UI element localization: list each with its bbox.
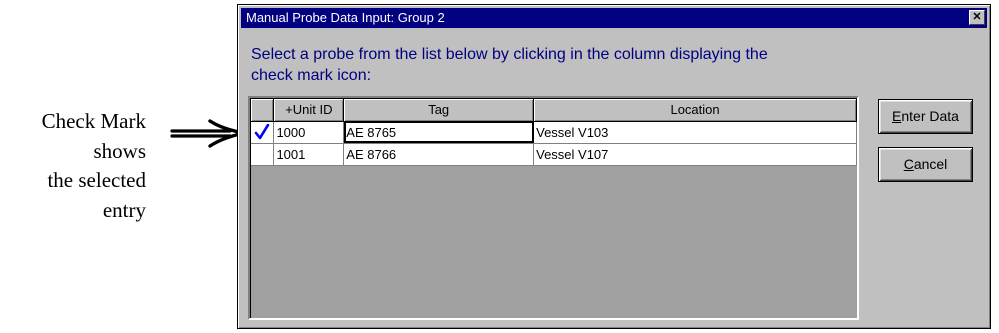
title-bar[interactable]: Manual Probe Data Input: Group 2 ✕ bbox=[241, 8, 987, 28]
table-row[interactable]: 1001 AE 8766 Vessel V107 bbox=[251, 143, 857, 166]
close-button[interactable]: ✕ bbox=[969, 10, 985, 25]
probe-table: +Unit ID Tag Location 1000 AE 8765 Vesse… bbox=[251, 99, 857, 166]
check-mark-caption: Check Mark shows the selected entry bbox=[0, 107, 146, 225]
unit-id-cell[interactable]: 1001 bbox=[273, 143, 345, 166]
cancel-label: ancel bbox=[913, 156, 948, 172]
column-header-location[interactable]: Location bbox=[533, 99, 857, 122]
instruction-text: Select a probe from the list below by cl… bbox=[251, 46, 768, 84]
enter-data-button[interactable]: Enter Data bbox=[878, 99, 973, 134]
tag-cell[interactable]: AE 8766 bbox=[343, 143, 535, 166]
caption-line: the selected bbox=[47, 168, 146, 192]
caption-line: Check Mark bbox=[41, 109, 146, 133]
unit-id-cell[interactable]: 1000 bbox=[273, 121, 345, 144]
column-header-unit-id[interactable]: +Unit ID bbox=[273, 99, 345, 122]
column-header-select[interactable] bbox=[251, 99, 275, 122]
cancel-button[interactable]: Cancel bbox=[878, 147, 973, 182]
dialog-title: Manual Probe Data Input: Group 2 bbox=[246, 10, 445, 25]
column-header-tag[interactable]: Tag bbox=[343, 99, 535, 122]
tag-cell[interactable]: AE 8765 bbox=[343, 121, 535, 144]
enter-data-mnemonic: E bbox=[892, 108, 902, 124]
manual-probe-dialog: Manual Probe Data Input: Group 2 ✕ Selec… bbox=[237, 4, 991, 329]
location-cell[interactable]: Vessel V107 bbox=[533, 143, 857, 166]
select-cell[interactable] bbox=[251, 143, 275, 166]
check-mark-icon bbox=[254, 124, 270, 140]
select-cell[interactable] bbox=[251, 121, 275, 144]
probe-grid[interactable]: +Unit ID Tag Location 1000 AE 8765 Vesse… bbox=[248, 96, 859, 320]
header-row: +Unit ID Tag Location bbox=[251, 99, 857, 122]
location-cell[interactable]: Vessel V103 bbox=[533, 121, 857, 144]
table-row[interactable]: 1000 AE 8765 Vessel V103 bbox=[251, 121, 857, 144]
close-icon: ✕ bbox=[972, 11, 982, 23]
caption-line: entry bbox=[102, 197, 146, 222]
caption-line: shows bbox=[93, 138, 146, 163]
cancel-mnemonic: C bbox=[903, 156, 914, 172]
enter-data-label: nter Data bbox=[901, 108, 959, 124]
